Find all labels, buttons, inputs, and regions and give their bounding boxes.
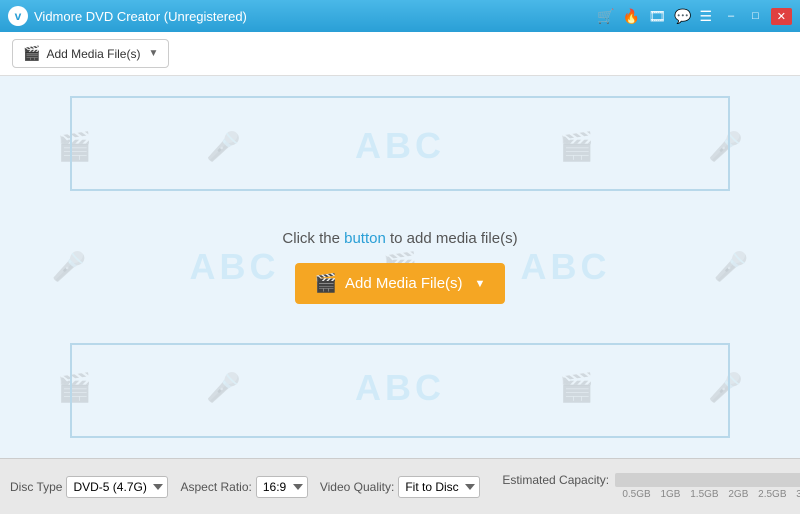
video-quality-group: Video Quality: Fit to Disc High Medium L… [320,476,481,498]
video-quality-label: Video Quality: [320,480,395,494]
toolbar: 🎬 Add Media File(s) ▼ [0,32,800,76]
aspect-ratio-label: Aspect Ratio: [180,480,251,494]
dropdown-arrow-large: ▼ [475,278,486,290]
window-title: Vidmore DVD Creator (Unregistered) [34,9,597,24]
aspect-ratio-select[interactable]: 16:9 4:3 [256,476,308,498]
main-area: 🎬 🎤 ABC 🎬 🎤 🎤 ABC 🎬 ABC 🎤 🎬 🎤 ABC 🎬 🎤 Cl… [0,76,800,458]
tick-0.5gb: 0.5GB [622,489,650,500]
video-quality-select[interactable]: Fit to Disc High Medium Low [398,476,480,498]
wm-text-2: ABC [189,246,279,288]
center-content: Click the button to add media file(s) 🎬 … [282,230,517,304]
capacity-row: Estimated Capacity: [502,473,800,487]
tick-2.5gb: 2.5GB [758,489,786,500]
film-icon[interactable]: 🎞 [648,8,666,25]
app-logo: v [8,6,28,26]
disc-type-group: Disc Type DVD-5 (4.7G) DVD-9 (8.5G) Blu-… [10,476,168,498]
menu-icon[interactable]: ☰ [699,8,712,25]
tick-1.5gb: 1.5GB [690,489,718,500]
add-media-button-small[interactable]: 🎬 Add Media File(s) ▼ [12,39,169,68]
wm-icon-mic-3: 🎤 [52,250,87,283]
capacity-label: Estimated Capacity: [502,473,609,487]
instruction-prefix: Click the [282,230,344,247]
bottom-bar: Disc Type DVD-5 (4.7G) DVD-9 (8.5G) Blu-… [0,458,800,514]
dropdown-arrow-small: ▼ [148,48,158,59]
title-icons: 🛒 🔥 🎞 💬 ☰ [597,8,712,25]
top-panel [70,96,730,191]
aspect-ratio-group: Aspect Ratio: 16:9 4:3 [180,476,307,498]
wm-text-3: ABC [520,246,610,288]
logo-letter: v [15,9,22,23]
minimize-button[interactable]: – [722,8,740,24]
cart-icon[interactable]: 🛒 [597,8,614,25]
chat-icon[interactable]: 💬 [674,8,691,25]
add-media-button-large[interactable]: 🎬 Add Media File(s) ▼ [295,263,506,304]
add-media-label-large: Add Media File(s) [345,275,463,292]
add-media-icon-large: 🎬 [315,273,337,294]
bottom-panel [70,343,730,438]
instruction-suffix: to add media file(s) [390,230,518,247]
disc-type-select[interactable]: DVD-5 (4.7G) DVD-9 (8.5G) Blu-ray 25G Bl… [66,476,168,498]
capacity-section: Estimated Capacity: 0.5GB 1GB 1.5GB 2GB … [502,473,800,500]
add-media-icon-small: 🎬 [23,45,40,62]
capacity-ticks: 0.5GB 1GB 1.5GB 2GB 2.5GB 3GB 3.5GB 4GB … [622,489,800,500]
instruction-link: button [344,230,386,247]
tick-1gb: 1GB [660,489,680,500]
maximize-button[interactable]: □ [746,8,765,24]
wm-icon-mic-4: 🎤 [714,250,749,283]
title-bar: v Vidmore DVD Creator (Unregistered) 🛒 🔥… [0,0,800,32]
close-button[interactable]: ✕ [771,8,792,25]
tick-3gb: 3GB [796,489,800,500]
disc-type-label: Disc Type [10,480,62,494]
flame-icon[interactable]: 🔥 [623,8,640,25]
instruction-text: Click the button to add media file(s) [282,230,517,247]
window-controls: – □ ✕ [722,8,792,25]
tick-2gb: 2GB [728,489,748,500]
capacity-bar-container [615,473,800,487]
add-media-label-small: Add Media File(s) [46,47,140,61]
